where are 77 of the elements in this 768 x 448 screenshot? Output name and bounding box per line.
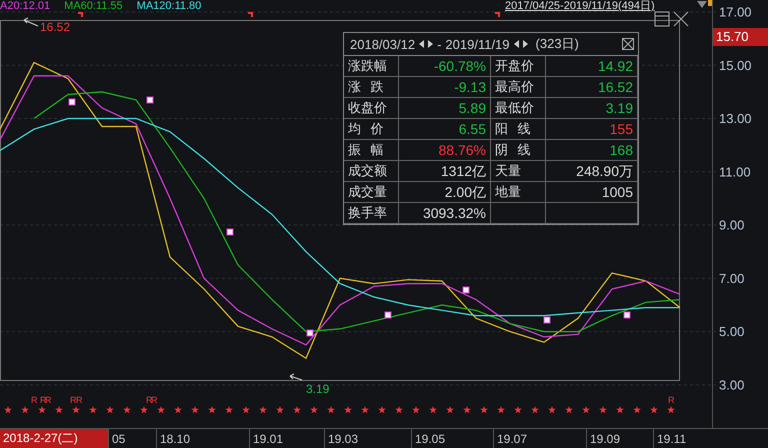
high-price-label: 16.52 bbox=[40, 20, 70, 34]
stat-label: 振 幅 bbox=[344, 140, 399, 161]
stat-value: 14.92 bbox=[598, 58, 633, 74]
stat-value: -9.13 bbox=[454, 79, 486, 95]
indicator-legend: A20:12.01 bbox=[0, 0, 50, 12]
r-marker: R bbox=[151, 395, 158, 405]
y-axis-label: 15.00 bbox=[719, 58, 752, 73]
stat-value: -60.78% bbox=[434, 58, 486, 74]
r-marker: R bbox=[45, 395, 52, 405]
current-price-tag: 15.70 bbox=[713, 28, 768, 46]
flag-marker bbox=[78, 12, 83, 17]
stat-label: 最低价 bbox=[491, 98, 546, 119]
stat-value: 168 bbox=[610, 142, 633, 158]
y-axis-label: 17.00 bbox=[719, 4, 752, 20]
start-date: 2018/03/12 bbox=[350, 36, 416, 52]
y-axis-label: 11.00 bbox=[719, 164, 751, 180]
dropdown-icon[interactable] bbox=[697, 1, 707, 8]
date-badge: 2018-2-27(二) bbox=[0, 429, 108, 448]
stat-value: 1005 bbox=[602, 184, 633, 200]
time-axis-label: 18.10 bbox=[160, 432, 190, 446]
stat-label: 阴 线 bbox=[491, 140, 546, 161]
stat-label: 天量 bbox=[491, 161, 546, 182]
low-arrow bbox=[290, 374, 302, 380]
range-separator: - bbox=[437, 36, 442, 52]
r-marker: R bbox=[31, 395, 38, 405]
time-axis-label: 19.01 bbox=[253, 432, 284, 446]
stat-value: 3093.32% bbox=[422, 205, 486, 221]
indicator-legend: MA120:11.80 bbox=[136, 0, 202, 12]
stat-label: 涨 跌 bbox=[344, 77, 399, 98]
stat-label: 地量 bbox=[491, 182, 546, 203]
y-axis-label: 3.00 bbox=[719, 377, 744, 392]
stepper-icon[interactable] bbox=[419, 40, 434, 48]
day-count: (323日) bbox=[536, 35, 579, 53]
y-axis-label: 5.00 bbox=[719, 324, 744, 340]
stat-value: 6.55 bbox=[458, 121, 486, 137]
close-icon[interactable] bbox=[674, 12, 688, 26]
time-axis-label: 19.03 bbox=[328, 432, 358, 446]
stat-label: 成交量 bbox=[344, 182, 399, 203]
stat-label: 换手率 bbox=[344, 203, 399, 224]
y-axis-label: 7.00 bbox=[719, 270, 744, 286]
stat-value: 16.52 bbox=[598, 79, 633, 95]
high-arrow bbox=[24, 18, 38, 26]
stat-label: 收盘价 bbox=[344, 98, 399, 119]
stat-value: 88.76% bbox=[438, 142, 486, 158]
stepper-icon[interactable] bbox=[514, 40, 528, 48]
time-axis-label: 19.11 bbox=[657, 432, 686, 446]
window-restore-icon[interactable] bbox=[654, 12, 670, 26]
y-axis-label: 13.00 bbox=[719, 111, 752, 126]
y-axis-label: 9.00 bbox=[719, 218, 744, 233]
flag-marker bbox=[248, 12, 253, 17]
stat-value: 3.19 bbox=[606, 100, 633, 116]
stat-label: 涨跌幅 bbox=[344, 56, 399, 77]
r-marker: R bbox=[668, 395, 674, 405]
stat-label: 阳 线 bbox=[491, 119, 546, 140]
time-axis-label: 19.05 bbox=[415, 432, 446, 446]
r-marker: R bbox=[70, 395, 76, 405]
end-date: 2019/11/19 bbox=[445, 36, 510, 52]
stat-label: 开盘价 bbox=[491, 56, 546, 77]
stat-value: 248.90万 bbox=[576, 163, 633, 179]
stat-value: 155 bbox=[610, 121, 633, 137]
time-axis-label: 19.07 bbox=[497, 432, 528, 446]
time-axis-label: 05 bbox=[112, 432, 126, 446]
r-marker: R bbox=[146, 395, 152, 405]
low-price-label: 3.19 bbox=[306, 382, 330, 396]
flag-marker bbox=[495, 12, 500, 17]
close-icon[interactable] bbox=[622, 38, 634, 50]
time-axis-label: 19.09 bbox=[590, 432, 620, 446]
stat-value: 1312亿 bbox=[440, 163, 486, 179]
stat-label: 成交额 bbox=[344, 161, 399, 182]
date-range-link[interactable]: 2017/04/25-2019/11/19(494日) bbox=[505, 0, 655, 12]
stat-label: 均 价 bbox=[344, 119, 399, 140]
r-marker: R bbox=[40, 395, 46, 405]
indicator-legend: MA60:11.55 bbox=[64, 0, 123, 12]
stat-value: 2.00亿 bbox=[444, 184, 486, 200]
stat-label: 最高价 bbox=[491, 77, 546, 98]
stat-value: 5.89 bbox=[458, 100, 486, 116]
r-marker: R bbox=[76, 395, 82, 405]
